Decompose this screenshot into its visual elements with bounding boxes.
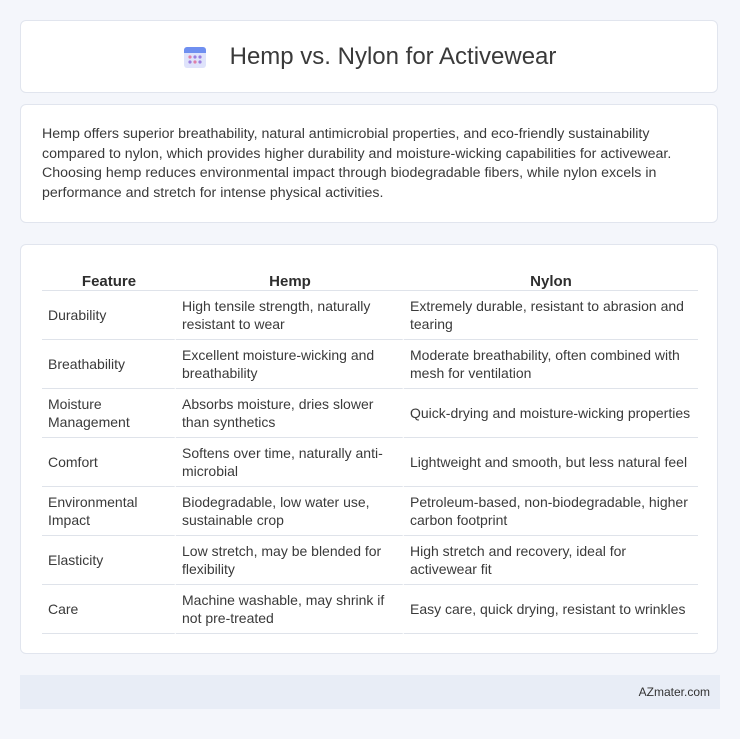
nylon-cell: Quick-drying and moisture-wicking proper… xyxy=(404,389,698,438)
nylon-cell: Extremely durable, resistant to abrasion… xyxy=(404,291,698,340)
column-header-feature: Feature xyxy=(42,265,176,291)
summary-text: Hemp offers superior breathability, natu… xyxy=(42,126,672,201)
feature-cell: Comfort xyxy=(42,438,176,487)
hemp-cell: Low stretch, may be blended for flexibil… xyxy=(176,536,404,585)
feature-cell: Elasticity xyxy=(42,536,176,585)
nylon-cell: Moderate breathability, often combined w… xyxy=(404,340,698,389)
feature-cell: Moisture Management xyxy=(42,389,176,438)
hemp-cell: Machine washable, may shrink if not pre-… xyxy=(176,585,404,634)
hemp-cell: High tensile strength, naturally resista… xyxy=(176,291,404,340)
table-row: Care Machine washable, may shrink if not… xyxy=(42,585,698,634)
feature-cell: Care xyxy=(42,585,176,634)
feature-cell: Environmental Impact xyxy=(42,487,176,536)
table-row: Breathability Excellent moisture-wicking… xyxy=(42,340,698,389)
feature-cell: Durability xyxy=(42,291,176,340)
hemp-cell: Absorbs moisture, dries slower than synt… xyxy=(176,389,404,438)
comparison-table-card: Feature Hemp Nylon Durability High tensi… xyxy=(20,244,718,654)
summary-card: Hemp offers superior breathability, natu… xyxy=(20,104,718,223)
table-row: Elasticity Low stretch, may be blended f… xyxy=(42,536,698,585)
column-header-nylon: Nylon xyxy=(404,265,698,291)
hemp-cell: Biodegradable, low water use, sustainabl… xyxy=(176,487,404,536)
footer-site-link[interactable]: AZmater.com xyxy=(639,685,710,699)
table-header-row: Feature Hemp Nylon xyxy=(42,265,698,291)
table-row: Comfort Softens over time, naturally ant… xyxy=(42,438,698,487)
table-row: Environmental Impact Biodegradable, low … xyxy=(42,487,698,536)
footer: AZmater.com xyxy=(20,675,720,709)
nylon-cell: Easy care, quick drying, resistant to wr… xyxy=(404,585,698,634)
nylon-cell: Lightweight and smooth, but less natural… xyxy=(404,438,698,487)
nylon-cell: High stretch and recovery, ideal for act… xyxy=(404,536,698,585)
title-card: Hemp vs. Nylon for Activewear xyxy=(20,20,718,93)
calendar-grid-icon xyxy=(182,44,208,70)
nylon-cell: Petroleum-based, non-biodegradable, high… xyxy=(404,487,698,536)
hemp-cell: Softens over time, naturally anti-microb… xyxy=(176,438,404,487)
page-title: Hemp vs. Nylon for Activewear xyxy=(229,42,557,70)
hemp-cell: Excellent moisture-wicking and breathabi… xyxy=(176,340,404,389)
column-header-hemp: Hemp xyxy=(176,265,404,291)
table-row: Durability High tensile strength, natura… xyxy=(42,291,698,340)
feature-cell: Breathability xyxy=(42,340,176,389)
table-row: Moisture Management Absorbs moisture, dr… xyxy=(42,389,698,438)
comparison-table: Feature Hemp Nylon Durability High tensi… xyxy=(42,265,698,634)
